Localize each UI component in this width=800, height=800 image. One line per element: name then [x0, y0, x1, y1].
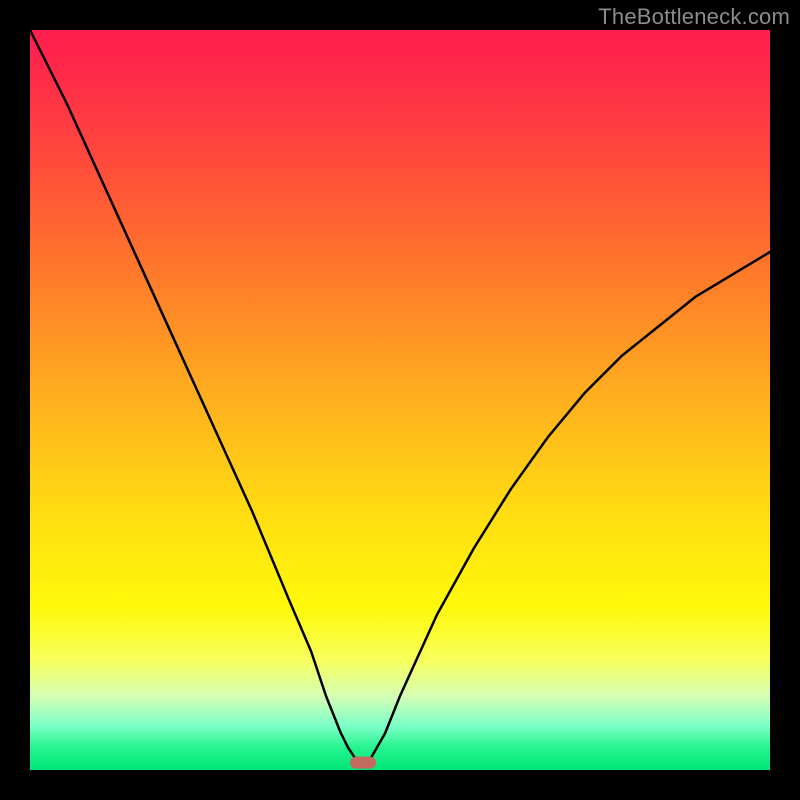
bottleneck-curve [30, 30, 770, 763]
plot-svg [30, 30, 770, 770]
watermark-text: TheBottleneck.com [598, 4, 790, 30]
chart-frame: TheBottleneck.com [0, 0, 800, 800]
optimal-marker [350, 757, 376, 769]
plot-area [30, 30, 770, 770]
